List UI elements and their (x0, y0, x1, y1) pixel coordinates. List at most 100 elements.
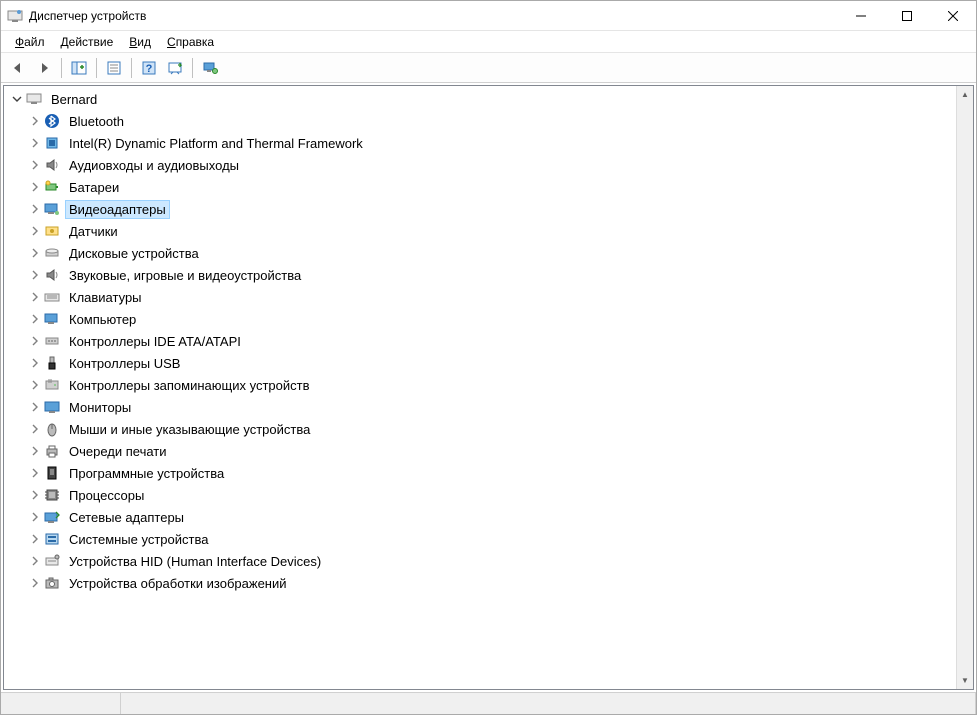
help-button[interactable]: ? (137, 56, 161, 80)
camera-icon (44, 575, 60, 591)
node-label: Bluetooth (65, 112, 128, 131)
devices-view-button[interactable] (198, 56, 222, 80)
expander-icon[interactable] (28, 136, 42, 150)
softdev-icon (44, 465, 60, 481)
expander-icon[interactable] (28, 158, 42, 172)
back-button[interactable] (6, 56, 30, 80)
expander-icon[interactable] (28, 246, 42, 260)
toolbar-separator (131, 58, 132, 78)
expander-icon[interactable] (28, 466, 42, 480)
statusbar (1, 692, 976, 714)
scroll-down-button[interactable]: ▼ (957, 672, 973, 689)
tree-item-audio-io[interactable]: Аудиовходы и аудиовыходы (4, 154, 973, 176)
expander-icon[interactable] (28, 422, 42, 436)
menubar: Файл Действие Вид Справка (1, 31, 976, 53)
scroll-track[interactable] (957, 103, 973, 672)
tree-item-usb[interactable]: Контроллеры USB (4, 352, 973, 374)
expander-icon[interactable] (28, 114, 42, 128)
expander-icon[interactable] (10, 92, 24, 106)
tree-item-processors[interactable]: Процессоры (4, 484, 973, 506)
expander-icon[interactable] (28, 202, 42, 216)
tree-item-monitors[interactable]: Мониторы (4, 396, 973, 418)
tree-item-network-adapters[interactable]: Сетевые адаптеры (4, 506, 973, 528)
expander-icon[interactable] (28, 312, 42, 326)
hid-icon (44, 553, 60, 569)
expander-icon[interactable] (28, 532, 42, 546)
node-label: Bernard (47, 90, 101, 109)
expander-icon[interactable] (28, 334, 42, 348)
tree-item-print-queues[interactable]: Очереди печати (4, 440, 973, 462)
tree-item-system-devices[interactable]: Системные устройства (4, 528, 973, 550)
node-label: Контроллеры запоминающих устройств (65, 376, 313, 395)
expander-icon[interactable] (28, 224, 42, 238)
forward-button[interactable] (32, 56, 56, 80)
tree-item-storage-ctrl[interactable]: Контроллеры запоминающих устройств (4, 374, 973, 396)
vertical-scrollbar[interactable]: ▲ ▼ (956, 86, 973, 689)
window-title: Диспетчер устройств (29, 9, 838, 23)
scan-hardware-button[interactable] (163, 56, 187, 80)
expander-icon[interactable] (28, 356, 42, 370)
menu-help[interactable]: Справка (159, 33, 222, 51)
expander-icon[interactable] (28, 576, 42, 590)
expander-icon[interactable] (28, 268, 42, 282)
titlebar: Диспетчер устройств (1, 1, 976, 31)
device-tree[interactable]: Bernard Bluetooth Intel(R) Dynamic Platfo… (4, 86, 973, 596)
expander-icon[interactable] (28, 444, 42, 458)
node-label: Клавиатуры (65, 288, 146, 307)
node-label: Контроллеры IDE ATA/ATAPI (65, 332, 245, 351)
expander-icon[interactable] (28, 378, 42, 392)
ide-icon (44, 333, 60, 349)
node-label: Аудиовходы и аудиовыходы (65, 156, 243, 175)
system-icon (44, 531, 60, 547)
expander-icon[interactable] (28, 290, 42, 304)
keyboard-icon (44, 289, 60, 305)
node-label: Контроллеры USB (65, 354, 184, 373)
tree-item-sound-game[interactable]: Звуковые, игровые и видеоустройства (4, 264, 973, 286)
computer-icon (44, 311, 60, 327)
node-label: Очереди печати (65, 442, 171, 461)
node-label: Мыши и иные указывающие устройства (65, 420, 314, 439)
speaker-icon (44, 267, 60, 283)
expander-icon[interactable] (28, 400, 42, 414)
app-icon (7, 8, 23, 24)
menu-file[interactable]: Файл (7, 33, 53, 51)
node-label: Программные устройства (65, 464, 228, 483)
tree-item-intel-dptf[interactable]: Intel(R) Dynamic Platform and Thermal Fr… (4, 132, 973, 154)
tree-item-bluetooth[interactable]: Bluetooth (4, 110, 973, 132)
tree-item-display-adapters[interactable]: Видеоадаптеры (4, 198, 973, 220)
tree-item-batteries[interactable]: Батареи (4, 176, 973, 198)
tree-item-software-devices[interactable]: Программные устройства (4, 462, 973, 484)
close-button[interactable] (930, 1, 976, 31)
show-hide-tree-button[interactable] (67, 56, 91, 80)
tree-item-mice[interactable]: Мыши и иные указывающие устройства (4, 418, 973, 440)
scroll-up-button[interactable]: ▲ (957, 86, 973, 103)
maximize-button[interactable] (884, 1, 930, 31)
node-label: Intel(R) Dynamic Platform and Thermal Fr… (65, 134, 367, 153)
monitor-icon (44, 399, 60, 415)
tree-root[interactable]: Bernard (4, 88, 973, 110)
minimize-button[interactable] (838, 1, 884, 31)
expander-icon[interactable] (28, 180, 42, 194)
menu-action[interactable]: Действие (53, 33, 122, 51)
expander-icon[interactable] (28, 554, 42, 568)
node-label: Дисковые устройства (65, 244, 203, 263)
properties-button[interactable] (102, 56, 126, 80)
tree-item-keyboards[interactable]: Клавиатуры (4, 286, 973, 308)
menu-view[interactable]: Вид (121, 33, 159, 51)
node-label: Видеоадаптеры (65, 200, 170, 219)
tree-item-computer[interactable]: Компьютер (4, 308, 973, 330)
tree-item-ide-ata[interactable]: Контроллеры IDE ATA/ATAPI (4, 330, 973, 352)
tree-item-disk-drives[interactable]: Дисковые устройства (4, 242, 973, 264)
bluetooth-icon (44, 113, 60, 129)
device-tree-panel: Bernard Bluetooth Intel(R) Dynamic Platfo… (3, 85, 974, 690)
node-label: Компьютер (65, 310, 140, 329)
chip-icon (44, 135, 60, 151)
usb-icon (44, 355, 60, 371)
tree-item-sensors[interactable]: Датчики (4, 220, 973, 242)
tree-item-hid[interactable]: Устройства HID (Human Interface Devices) (4, 550, 973, 572)
toolbar-separator (61, 58, 62, 78)
expander-icon[interactable] (28, 510, 42, 524)
expander-icon[interactable] (28, 488, 42, 502)
node-label: Устройства обработки изображений (65, 574, 291, 593)
tree-item-imaging[interactable]: Устройства обработки изображений (4, 572, 973, 594)
